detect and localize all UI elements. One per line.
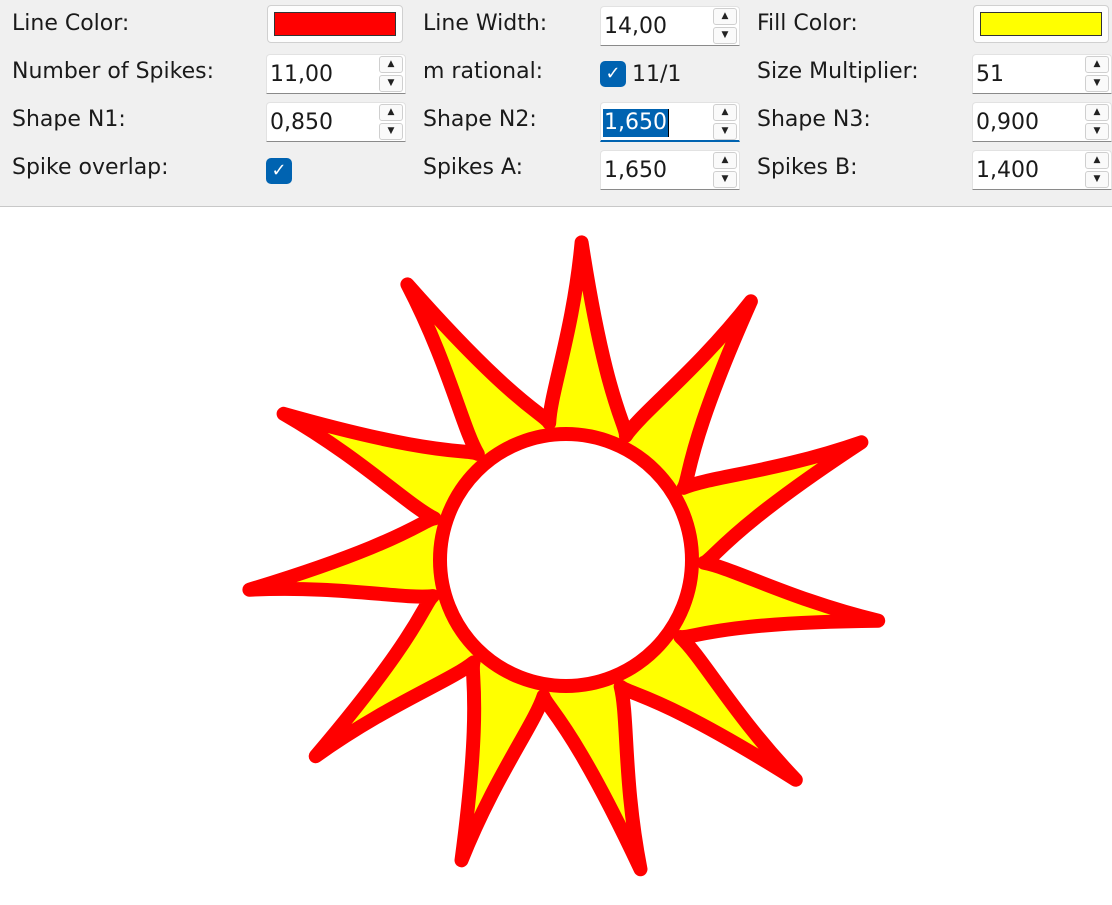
size-multiplier-spinner[interactable]: 51 ▲ ▼ xyxy=(972,54,1112,94)
number-of-spikes-label: Number of Spikes: xyxy=(12,59,214,84)
m-rational-ratio: 11/1 xyxy=(632,62,682,87)
shape-n2-spinner[interactable]: 1,650 ▲ ▼ xyxy=(600,102,740,142)
spikes-a-down-icon[interactable]: ▼ xyxy=(713,171,737,188)
fill-color-button[interactable] xyxy=(973,5,1109,43)
line-color-swatch xyxy=(274,12,396,36)
shape-n2-down-icon[interactable]: ▼ xyxy=(713,123,737,140)
shape-n1-down-icon[interactable]: ▼ xyxy=(379,123,403,140)
shape-n2-up-icon[interactable]: ▲ xyxy=(713,104,737,121)
spikes-a-up-icon[interactable]: ▲ xyxy=(713,152,737,169)
line-width-spinner[interactable]: 14,00 ▲ ▼ xyxy=(600,6,740,46)
size-multiplier-down-icon[interactable]: ▼ xyxy=(1085,75,1109,92)
line-width-up-icon[interactable]: ▲ xyxy=(713,8,737,25)
spikes-b-down-icon[interactable]: ▼ xyxy=(1085,171,1109,188)
shape-n2-label: Shape N2: xyxy=(423,107,537,132)
shape-n1-up-icon[interactable]: ▲ xyxy=(379,104,403,121)
shape-n1-value[interactable]: 0,850 xyxy=(269,109,334,137)
spike-overlap-label: Spike overlap: xyxy=(12,155,169,180)
number-of-spikes-down-icon[interactable]: ▼ xyxy=(379,75,403,92)
size-multiplier-value[interactable]: 51 xyxy=(975,61,1005,89)
fill-color-swatch xyxy=(980,12,1102,36)
line-width-value[interactable]: 14,00 xyxy=(603,13,668,41)
drawing-canvas xyxy=(0,207,1112,901)
size-multiplier-label: Size Multiplier: xyxy=(757,59,919,84)
number-of-spikes-up-icon[interactable]: ▲ xyxy=(379,56,403,73)
spikes-a-value[interactable]: 1,650 xyxy=(603,157,668,185)
shape-n3-spinner[interactable]: 0,900 ▲ ▼ xyxy=(972,102,1112,142)
shape-n3-value[interactable]: 0,900 xyxy=(975,109,1040,137)
line-color-button[interactable] xyxy=(267,5,403,43)
m-rational-label: m rational: xyxy=(423,59,544,84)
m-rational-checkbox[interactable]: ✓ xyxy=(600,61,626,87)
spikes-b-up-icon[interactable]: ▲ xyxy=(1085,152,1109,169)
line-width-label: Line Width: xyxy=(423,11,548,36)
number-of-spikes-value[interactable]: 11,00 xyxy=(269,61,334,89)
spikes-b-spinner[interactable]: 1,400 ▲ ▼ xyxy=(972,150,1112,190)
spike-overlap-checkbox[interactable]: ✓ xyxy=(266,158,292,184)
spikes-b-value[interactable]: 1,400 xyxy=(975,157,1040,185)
spikes-b-label: Spikes B: xyxy=(757,155,858,180)
shape-n1-spinner[interactable]: 0,850 ▲ ▼ xyxy=(266,102,406,142)
line-color-label: Line Color: xyxy=(12,11,130,36)
fill-color-label: Fill Color: xyxy=(757,11,858,36)
spikes-a-label: Spikes A: xyxy=(423,155,524,180)
supershape-inner-hole xyxy=(433,427,699,693)
shape-n3-up-icon[interactable]: ▲ xyxy=(1085,104,1109,121)
shape-n3-label: Shape N3: xyxy=(757,107,871,132)
supershape-drawing xyxy=(242,235,886,877)
number-of-spikes-spinner[interactable]: 11,00 ▲ ▼ xyxy=(266,54,406,94)
shape-n3-down-icon[interactable]: ▼ xyxy=(1085,123,1109,140)
size-multiplier-up-icon[interactable]: ▲ xyxy=(1085,56,1109,73)
spikes-a-spinner[interactable]: 1,650 ▲ ▼ xyxy=(600,150,740,190)
shape-n1-label: Shape N1: xyxy=(12,107,126,132)
line-width-down-icon[interactable]: ▼ xyxy=(713,27,737,44)
parameter-panel: Line Color: Line Width: 14,00 ▲ ▼ Fill C… xyxy=(0,0,1112,207)
shape-n2-value[interactable]: 1,650 xyxy=(603,109,669,137)
